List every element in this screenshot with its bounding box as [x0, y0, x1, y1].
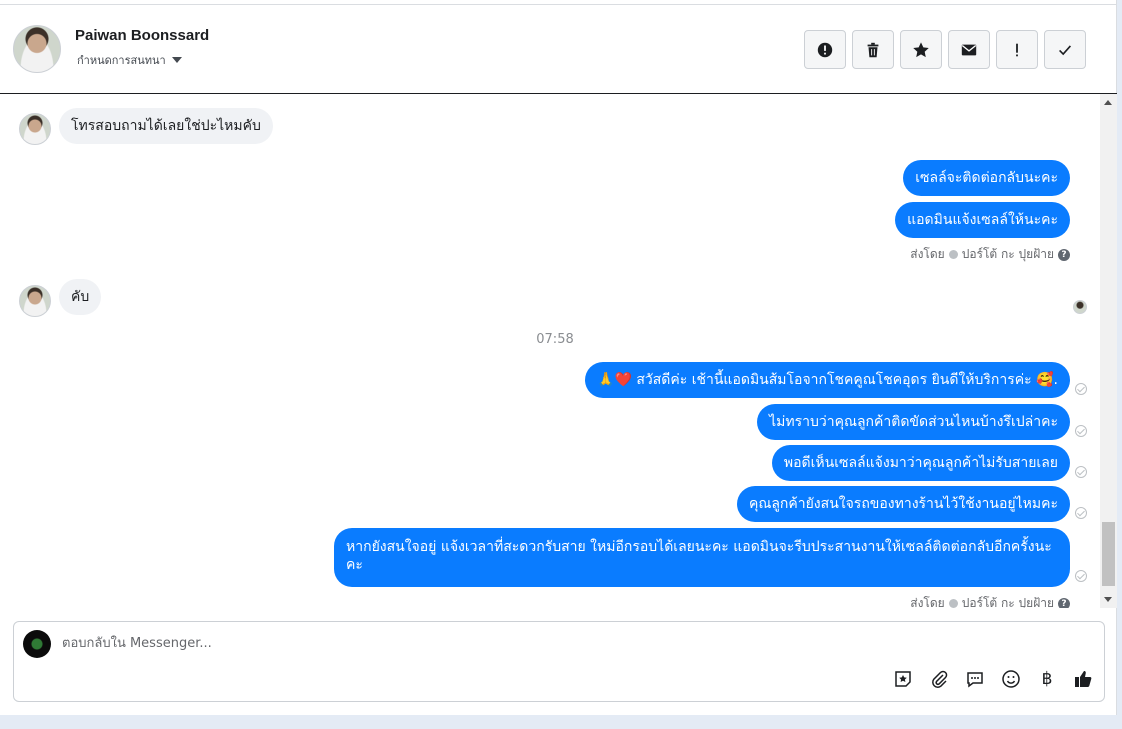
sent-check-icon — [1075, 570, 1087, 582]
delete-button[interactable] — [852, 30, 894, 69]
conversation-panel: Paiwan Boonssard กำหนดการสนทนา โทรสอบถาม… — [0, 0, 1117, 715]
message-composer: ฿ — [13, 621, 1105, 702]
scroll-up-arrow-icon[interactable] — [1104, 100, 1112, 105]
scroll-thumb[interactable] — [1102, 522, 1115, 586]
outgoing-message[interactable]: คุณลูกค้ายังสนใจรถของทางร้านไว้ใช้งานอยู… — [736, 486, 1070, 522]
help-icon[interactable]: ? — [1058, 248, 1070, 261]
outgoing-message[interactable]: 🙏❤️ สวัสดีค่ะ เช้านี้แอดมินส้มโอจากโชคคู… — [585, 362, 1070, 398]
emoji-button[interactable] — [1000, 668, 1022, 690]
page-icon — [948, 599, 958, 608]
sent-by-name: ปอร์โต้ กะ ปุยฝ้าย — [961, 596, 1054, 608]
conversation-header: Paiwan Boonssard กำหนดการสนทนา — [0, 5, 1117, 94]
report-button[interactable] — [804, 30, 846, 69]
baht-icon: ฿ — [1041, 669, 1053, 689]
envelope-icon — [961, 44, 977, 55]
outgoing-message[interactable]: หากยังสนใจอยู่ แจ้งเวลาที่สะดวกรับสาย ให… — [334, 528, 1070, 587]
sent-by-name: ปอร์โต้ กะ ปุยฝ้าย — [961, 247, 1054, 261]
assign-label: กำหนดการสนทนา — [77, 54, 166, 67]
sent-by-label: ส่งโดย ปอร์โต้ กะ ปุยฝ้าย ? — [910, 594, 1070, 608]
reply-input[interactable] — [62, 633, 762, 653]
help-icon[interactable]: ? — [1058, 597, 1070, 608]
sender-avatar — [19, 113, 51, 145]
mark-done-button[interactable] — [1044, 30, 1086, 69]
assign-conversation-dropdown[interactable]: กำหนดการสนทนา — [77, 51, 182, 69]
star-button[interactable] — [900, 30, 942, 69]
seen-avatar-icon — [1073, 300, 1087, 314]
outgoing-message[interactable]: ไม่ทราบว่าคุณลูกค้าติดขัดส่วนไหนบ้างรึเป… — [757, 404, 1070, 440]
thumbs-up-icon — [1075, 671, 1092, 687]
alert-circle-icon — [817, 42, 833, 57]
caret-down-icon — [171, 57, 182, 63]
scroll-down-arrow-icon[interactable] — [1104, 597, 1112, 602]
sender-avatar — [19, 285, 51, 317]
sent-check-icon — [1075, 466, 1087, 478]
payment-button[interactable]: ฿ — [1036, 668, 1058, 690]
composer-tools: ฿ — [892, 668, 1094, 690]
message-timestamp: 07:58 — [536, 332, 574, 347]
exclamation-icon — [1016, 43, 1018, 56]
contact-name[interactable]: Paiwan Boonssard — [75, 27, 209, 44]
contact-avatar[interactable] — [13, 25, 61, 73]
outgoing-message[interactable]: เซลล์จะติดต่อกลับนะคะ — [903, 160, 1070, 196]
page-avatar — [23, 630, 51, 658]
message-list[interactable]: โทรสอบถามได้เลยใช่ปะไหมคับ เซลล์จะติดต่อ… — [0, 94, 1100, 608]
saved-reply-button[interactable] — [892, 668, 914, 690]
incoming-message[interactable]: โทรสอบถามได้เลยใช่ปะไหมคับ — [59, 108, 273, 144]
sent-check-icon — [1075, 425, 1087, 437]
sent-check-icon — [1075, 383, 1087, 395]
page-icon — [948, 250, 958, 259]
check-icon — [1059, 44, 1072, 55]
like-button[interactable] — [1072, 668, 1094, 690]
mark-unread-button[interactable] — [948, 30, 990, 69]
outgoing-message[interactable]: แอดมินแจ้งเซลล์ให้นะคะ — [895, 202, 1070, 238]
header-actions — [804, 30, 1086, 69]
star-icon — [913, 41, 929, 57]
outgoing-message[interactable]: พอดีเห็นเซลล์แจ้งมาว่าคุณลูกค้าไม่รับสาย… — [771, 445, 1070, 481]
trash-icon — [867, 42, 879, 57]
sent-check-icon — [1075, 507, 1087, 519]
sticker-icon — [895, 671, 911, 687]
emoji-icon — [1002, 670, 1020, 688]
paperclip-icon — [932, 670, 948, 688]
sent-by-prefix: ส่งโดย — [910, 596, 945, 608]
chat-scrollbar[interactable] — [1100, 94, 1117, 608]
sent-by-prefix: ส่งโดย — [910, 247, 945, 261]
chat-bubble-icon — [967, 672, 983, 688]
incoming-message[interactable]: คับ — [59, 279, 102, 315]
chat-button[interactable] — [964, 668, 986, 690]
sent-by-label: ส่งโดย ปอร์โต้ กะ ปุยฝ้าย ? — [910, 245, 1070, 264]
attach-button[interactable] — [928, 668, 950, 690]
mark-important-button[interactable] — [996, 30, 1038, 69]
